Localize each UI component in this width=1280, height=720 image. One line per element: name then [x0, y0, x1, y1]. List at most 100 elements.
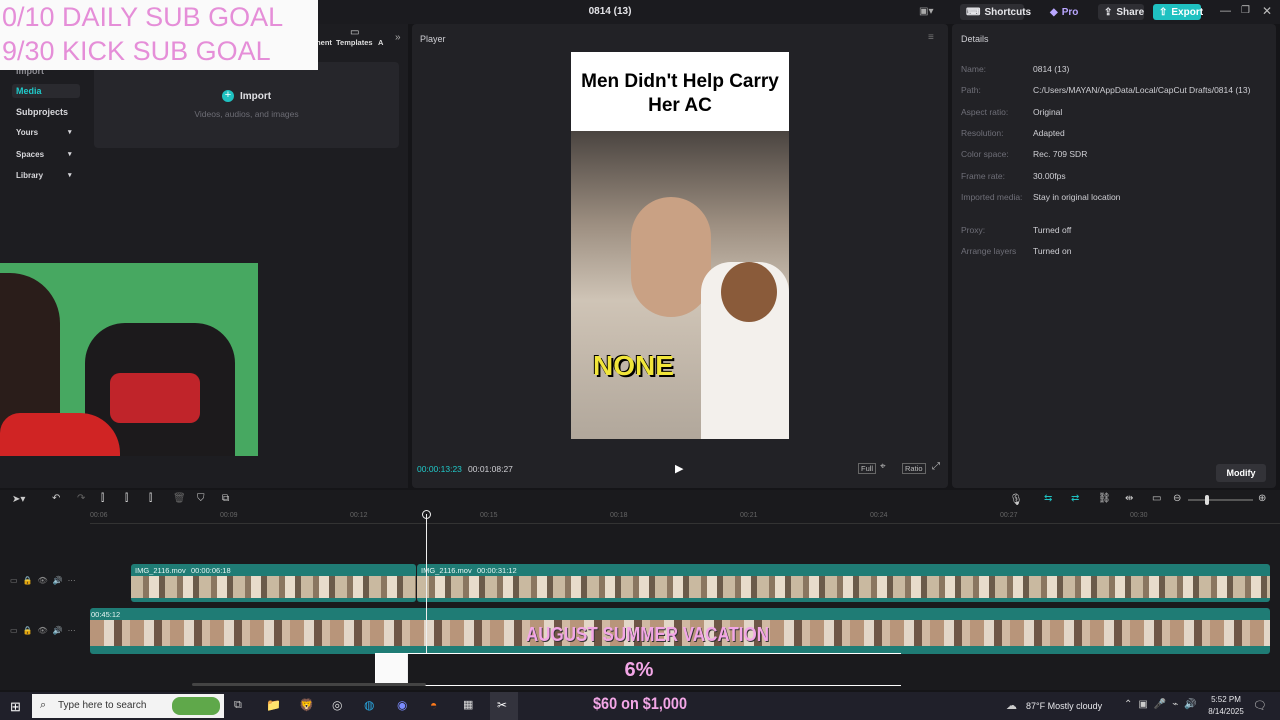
redo-icon[interactable]: ↷	[77, 493, 85, 504]
detail-value-name: 0814 (13)	[1033, 64, 1070, 74]
windows-start-icon[interactable]: ⊞	[10, 699, 21, 715]
obs-icon[interactable]: ▦	[463, 698, 473, 711]
sidebar-item-media[interactable]: Media	[16, 86, 42, 96]
fullscreen-icon[interactable]: ⤢	[932, 461, 940, 472]
restore-icon[interactable]: ❐	[1241, 5, 1250, 16]
zoom-slider[interactable]	[1188, 499, 1253, 501]
daily-sub-goal: 0/10 DAILY SUB GOAL	[2, 2, 284, 32]
detail-value-path: C:/Users/MAYAN/AppData/Local/CapCut Draf…	[1033, 85, 1251, 95]
link-icon[interactable]: ⇄	[1071, 493, 1079, 504]
microphone-icon[interactable]: 🎙	[1009, 493, 1023, 506]
person-woman	[631, 197, 711, 317]
clip-name: IMG_2116.mov	[135, 566, 186, 575]
timeline-scrollbar[interactable]	[192, 683, 426, 686]
chevron-down-icon: ▾	[68, 172, 72, 179]
detail-value-imported: Stay in original location	[1033, 192, 1121, 202]
search-icon: ⌕	[40, 699, 47, 711]
tray-icons[interactable]: ⌃▣🎤⌁🔊	[1124, 699, 1203, 710]
share-button[interactable]: ⇪ Share	[1098, 4, 1144, 20]
select-tool-icon[interactable]: ➤▾	[12, 494, 25, 505]
detail-label-resolution: Resolution:	[961, 128, 1004, 138]
sidebar-item-subprojects[interactable]: Subprojects	[16, 107, 68, 117]
detail-label-arrange: Arrange layers	[961, 246, 1017, 256]
detail-label-aspect: Aspect ratio:	[961, 107, 1009, 117]
shortcuts-button[interactable]: ⌨ Shortcuts	[960, 4, 1031, 20]
video-clip-1[interactable]: IMG_2116.mov 00:00:06:18	[131, 564, 416, 602]
full-button[interactable]: Full	[858, 463, 877, 474]
sidebar-item-spaces[interactable]: Spaces ▾	[16, 150, 72, 159]
keyboard-icon: ⌨	[966, 6, 981, 18]
import-label[interactable]: Import	[240, 91, 271, 102]
edge-icon[interactable]: ◍	[364, 698, 374, 712]
stream-banner: AUGUST SUMMER VACATION	[526, 624, 770, 646]
detail-value-resolution: Adapted	[1033, 128, 1065, 138]
clip-thumbnails	[131, 576, 416, 598]
discord-icon[interactable]: ◉	[397, 698, 407, 712]
capcut-taskbar-item[interactable]: ✂	[490, 692, 518, 720]
brave-icon[interactable]: 🦁	[299, 698, 314, 712]
playhead-handle[interactable]	[422, 510, 431, 519]
split-right-icon[interactable]: ⫿	[149, 493, 152, 504]
detail-value-colorspace: Rec. 709 SDR	[1033, 149, 1088, 159]
export-button[interactable]: ⇧ Export	[1153, 4, 1203, 20]
video-preview[interactable]: Men Didn't Help Carry Her AC NONE	[571, 52, 789, 439]
app-icon[interactable]: ◎	[332, 698, 342, 712]
export-icon: ⇧	[1159, 6, 1168, 18]
task-view-icon[interactable]: ⧉	[234, 699, 242, 712]
expand-icon[interactable]: »	[395, 32, 401, 43]
ratio-button[interactable]: Ratio	[902, 463, 926, 474]
clip-duration: 00:00:06:18	[191, 566, 231, 575]
tick-label: 00:30	[1130, 512, 1148, 519]
file-explorer-icon[interactable]: 📁	[266, 698, 281, 712]
chain-icon[interactable]: ⛓	[1098, 493, 1111, 504]
tick-label: 00:18	[610, 512, 628, 519]
search-highlight-icon	[172, 697, 220, 715]
import-dropzone[interactable]: + Import Videos, audios, and images	[94, 62, 399, 148]
clock-date[interactable]: 8/14/2025	[1205, 707, 1247, 716]
clock-time[interactable]: 5:52 PM	[1205, 695, 1247, 704]
track-controls[interactable]: ▭🔒👁🔊⋯	[10, 576, 81, 585]
split-left-icon[interactable]: ⫿	[125, 493, 128, 504]
play-icon[interactable]: ▶	[675, 462, 683, 475]
track-controls[interactable]: ▭🔒👁🔊⋯	[10, 626, 81, 635]
minimize-icon[interactable]: —	[1220, 5, 1231, 17]
zoom-slider-handle[interactable]	[1205, 495, 1209, 505]
tick-label: 00:09	[220, 512, 238, 519]
modify-button[interactable]: Modify	[1216, 464, 1266, 482]
undo-icon[interactable]: ↶	[52, 493, 60, 504]
zoom-in-icon[interactable]: ⊕	[1258, 493, 1266, 504]
layout-icon[interactable]: ▣▾	[919, 6, 941, 18]
close-icon[interactable]: ✕	[1262, 4, 1272, 18]
split-icon[interactable]: ⫿	[101, 493, 104, 504]
pro-button[interactable]: ◆ Pro	[1044, 4, 1080, 20]
delete-icon[interactable]: 🗑	[173, 493, 186, 504]
detail-label-imported: Imported media:	[961, 192, 1023, 202]
notification-icon[interactable]: 🗨	[1253, 699, 1267, 712]
crop-icon[interactable]: ⌖	[880, 461, 886, 472]
timeline-ruler[interactable]: 00:06 00:09 00:12 00:15 00:18 00:21 00:2…	[90, 512, 1280, 524]
detail-value-proxy[interactable]: Turned off	[1033, 225, 1071, 235]
detail-label-proxy: Proxy:	[961, 225, 986, 235]
video-clip-2[interactable]: IMG_2116.mov 00:00:31:12	[417, 564, 1270, 602]
detail-label-path: Path:	[961, 85, 981, 95]
tab-templates[interactable]: Templates	[336, 38, 373, 47]
weather-text[interactable]: 87°F Mostly cloudy	[1026, 701, 1102, 711]
detail-label-colorspace: Color space:	[961, 149, 1009, 159]
zoom-out-icon[interactable]: ⊖	[1173, 493, 1181, 504]
sidebar-item-yours[interactable]: Yours ▾	[16, 128, 72, 137]
clip-name: IMG_2116.mov	[421, 566, 472, 575]
align-icon[interactable]: ⇹	[1125, 493, 1133, 504]
detail-value-arrange[interactable]: Turned on	[1033, 246, 1071, 256]
search-box[interactable]: ⌕ Type here to search	[32, 694, 224, 718]
firefox-icon[interactable]: ◓	[430, 698, 437, 712]
tab-ai[interactable]: A	[378, 38, 383, 47]
caption-icon[interactable]: ▭	[1152, 493, 1161, 504]
menu-icon[interactable]: ≡	[928, 32, 934, 43]
player-title: Player	[420, 34, 446, 44]
marker-icon[interactable]: ⛉	[197, 493, 205, 504]
clip-thumbnails	[417, 576, 1270, 598]
ai-tool-icon[interactable]: ⧉	[222, 493, 229, 504]
sidebar-item-library[interactable]: Library ▾	[16, 171, 72, 180]
tick-label: 00:15	[480, 512, 498, 519]
magnet-icon[interactable]: ⇆	[1044, 493, 1052, 504]
